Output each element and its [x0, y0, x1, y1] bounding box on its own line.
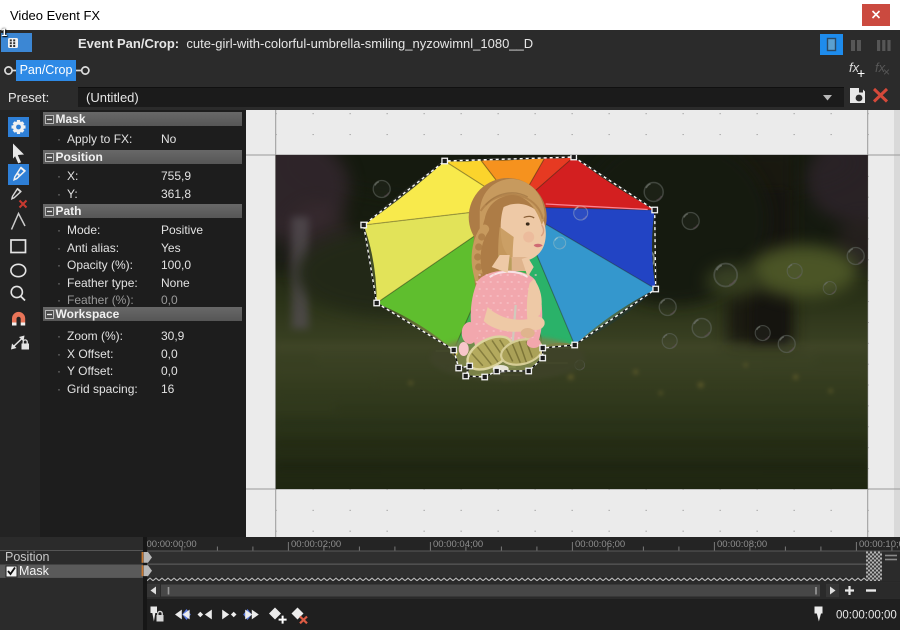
- svg-text:00:00:00;00: 00:00:00;00: [836, 610, 897, 622]
- svg-text:00:00:00;00: 00:00:00;00: [147, 539, 197, 550]
- svg-text:00:00:02;00: 00:00:02;00: [291, 539, 341, 550]
- svg-text:00:00:08;00: 00:00:08;00: [717, 539, 767, 550]
- svg-text:00:00:06;00: 00:00:06;00: [575, 539, 625, 550]
- svg-text:Position: Position: [5, 550, 50, 564]
- svg-text:00:00:04;00: 00:00:04;00: [433, 539, 483, 550]
- svg-text:Mask: Mask: [19, 564, 50, 578]
- svg-text:00:00:10;00: 00:00:10;00: [859, 539, 900, 550]
